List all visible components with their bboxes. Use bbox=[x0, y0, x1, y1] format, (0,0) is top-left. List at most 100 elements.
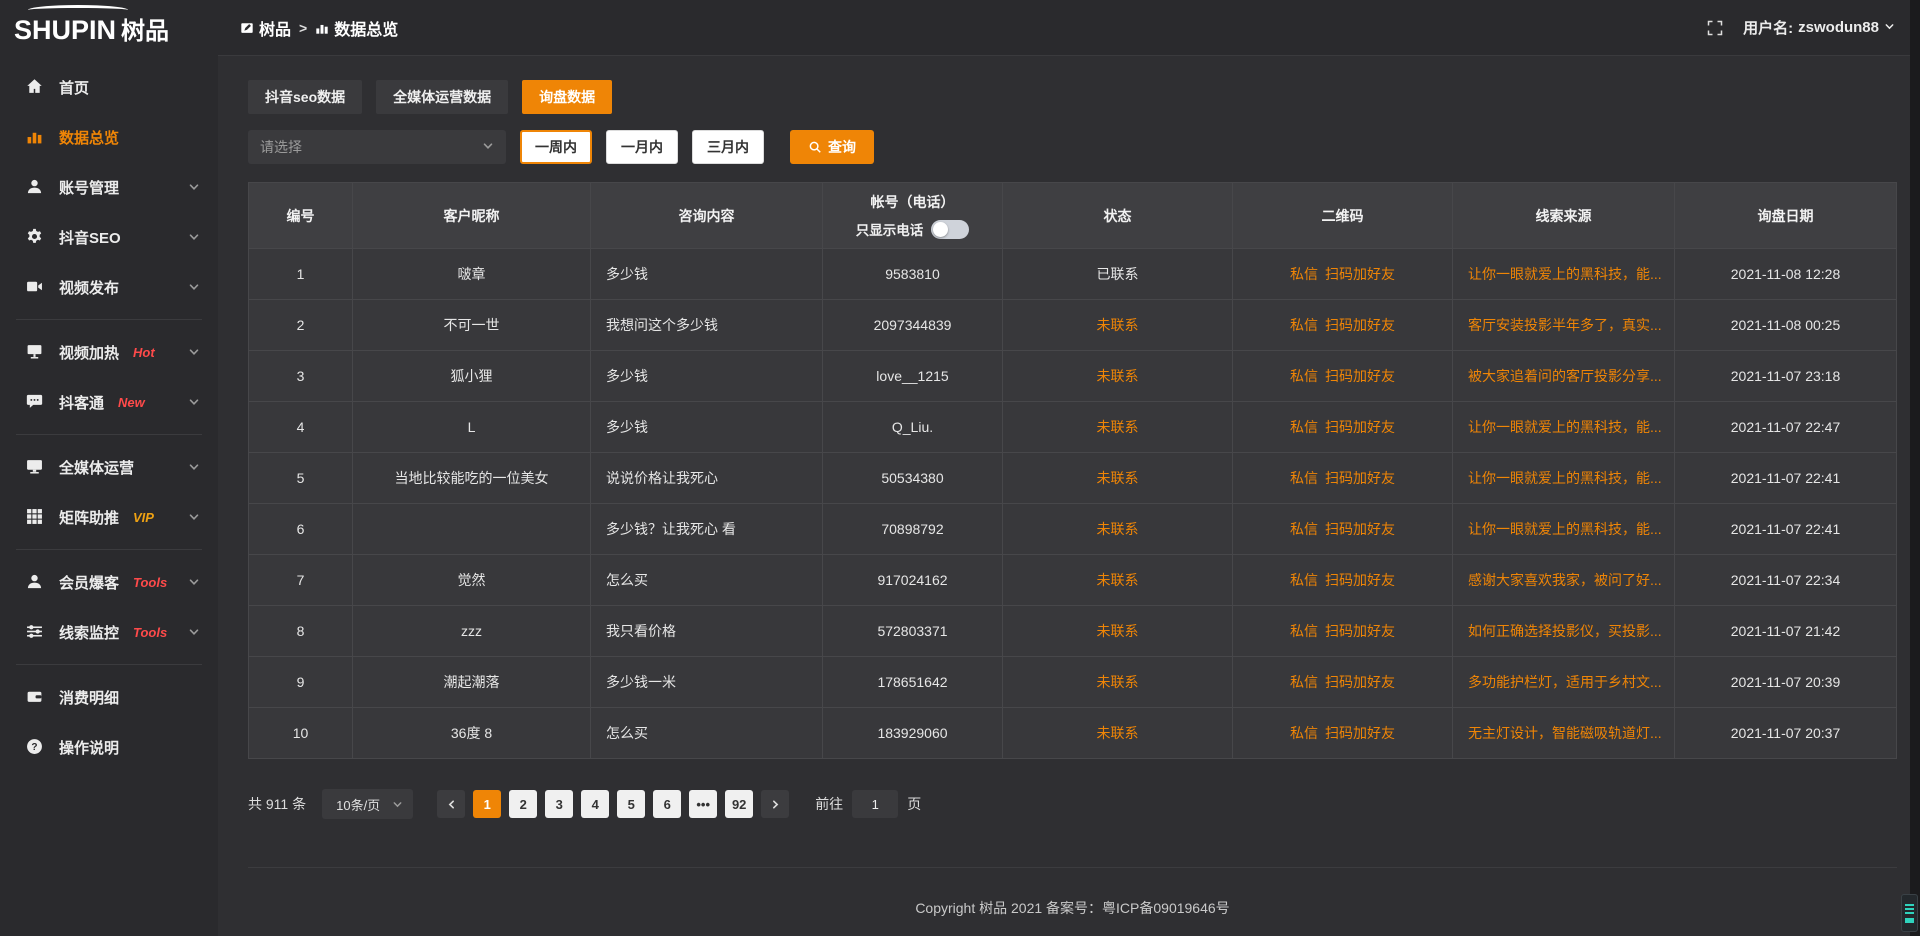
qr-link-scan-add-friend[interactable]: 扫码加好友 bbox=[1325, 672, 1395, 692]
user-menu[interactable]: 用户名: zswodun88 bbox=[1743, 17, 1895, 38]
qr-link-private-message[interactable]: 私信 bbox=[1290, 264, 1318, 284]
qr-link-private-message[interactable]: 私信 bbox=[1290, 519, 1318, 539]
sidebar-item-label: 消费明细 bbox=[59, 687, 119, 708]
sidebar-item-heat[interactable]: 视频加热Hot bbox=[0, 327, 218, 377]
fullscreen-icon[interactable] bbox=[1707, 20, 1723, 36]
more-pages-button[interactable]: ••• bbox=[689, 790, 717, 818]
sidebar-item-account[interactable]: 账号管理 bbox=[0, 162, 218, 212]
breadcrumb-item-home[interactable]: 树品 bbox=[240, 16, 291, 40]
page-button-2[interactable]: 2 bbox=[509, 790, 537, 818]
chevron-down-icon bbox=[188, 396, 200, 408]
status-text: 未联系 bbox=[1097, 521, 1139, 537]
qr-links: 私信扫码加好友 bbox=[1290, 570, 1395, 590]
tab-2[interactable]: 询盘数据 bbox=[522, 80, 612, 114]
page-button-92[interactable]: 92 bbox=[725, 790, 753, 818]
qr-link-private-message[interactable]: 私信 bbox=[1290, 672, 1318, 692]
page-button-5[interactable]: 5 bbox=[617, 790, 645, 818]
cell-source: 让你一眼就爱上的黑科技，能... bbox=[1453, 504, 1675, 555]
column-header: 咨询内容 bbox=[591, 183, 823, 249]
time-range-buttons: 一周内一月内三月内 bbox=[506, 130, 764, 164]
breadcrumb-item-overview[interactable]: 数据总览 bbox=[315, 16, 398, 40]
table-row: 5当地比较能吃的一位美女说说价格让我死心50534380未联系私信扫码加好友让你… bbox=[249, 453, 1897, 504]
chevron-down-icon bbox=[392, 799, 403, 810]
time-range-button-0[interactable]: 一周内 bbox=[520, 130, 592, 164]
source-link[interactable]: 让你一眼就爱上的黑科技，能... bbox=[1468, 521, 1662, 537]
sidebar-item-label: 会员爆客 bbox=[59, 572, 119, 593]
source-link[interactable]: 如何正确选择投影仪，买投影... bbox=[1468, 623, 1662, 639]
qr-link-scan-add-friend[interactable]: 扫码加好友 bbox=[1325, 264, 1395, 284]
sidebar-item-media[interactable]: 全媒体运营 bbox=[0, 442, 218, 492]
source-link[interactable]: 让你一眼就爱上的黑科技，能... bbox=[1468, 419, 1662, 435]
goto-page-input[interactable] bbox=[852, 790, 898, 818]
sidebar-item-member[interactable]: 会员爆客Tools bbox=[0, 557, 218, 607]
sidebar-item-clue[interactable]: 线索监控Tools bbox=[0, 607, 218, 657]
phone-only-control: 只显示电话 bbox=[823, 219, 1002, 239]
status-text: 未联系 bbox=[1097, 572, 1139, 588]
qr-link-scan-add-friend[interactable]: 扫码加好友 bbox=[1325, 621, 1395, 641]
qr-link-scan-add-friend[interactable]: 扫码加好友 bbox=[1325, 417, 1395, 437]
qr-link-scan-add-friend[interactable]: 扫码加好友 bbox=[1325, 315, 1395, 335]
sidebar-item-expense[interactable]: 消费明细 bbox=[0, 672, 218, 722]
account-select[interactable]: 请选择 bbox=[248, 130, 506, 164]
sidebar-item-help[interactable]: ?操作说明 bbox=[0, 722, 218, 772]
qr-link-scan-add-friend[interactable]: 扫码加好友 bbox=[1325, 519, 1395, 539]
page-button-3[interactable]: 3 bbox=[545, 790, 573, 818]
source-link[interactable]: 让你一眼就爱上的黑科技，能... bbox=[1468, 266, 1662, 282]
source-link[interactable]: 让你一眼就爱上的黑科技，能... bbox=[1468, 470, 1662, 486]
qr-link-private-message[interactable]: 私信 bbox=[1290, 723, 1318, 743]
status-text: 未联系 bbox=[1097, 317, 1139, 333]
sidebar-item-overview[interactable]: 数据总览 bbox=[0, 112, 218, 162]
chevron-down-icon bbox=[1884, 19, 1895, 36]
sidebar-item-seo[interactable]: 抖音SEO bbox=[0, 212, 218, 262]
source-link[interactable]: 客厅安装投影半年多了，真实... bbox=[1468, 317, 1662, 333]
qr-link-scan-add-friend[interactable]: 扫码加好友 bbox=[1325, 366, 1395, 386]
next-page-button[interactable] bbox=[761, 790, 789, 818]
chat-widget[interactable] bbox=[1901, 894, 1918, 932]
table-row: 8zzz我只看价格572803371未联系私信扫码加好友如何正确选择投影仪，买投… bbox=[249, 606, 1897, 657]
tab-0[interactable]: 抖音seo数据 bbox=[248, 80, 362, 114]
qr-link-private-message[interactable]: 私信 bbox=[1290, 468, 1318, 488]
qr-link-scan-add-friend[interactable]: 扫码加好友 bbox=[1325, 468, 1395, 488]
sidebar-item-home[interactable]: 首页 bbox=[0, 62, 218, 112]
tab-1[interactable]: 全媒体运营数据 bbox=[376, 80, 508, 114]
qr-link-private-message[interactable]: 私信 bbox=[1290, 366, 1318, 386]
column-header: 二维码 bbox=[1233, 183, 1453, 249]
phone-only-toggle[interactable] bbox=[931, 220, 969, 239]
page-button-6[interactable]: 6 bbox=[653, 790, 681, 818]
cell-nickname bbox=[353, 504, 591, 555]
table-body: 1啵章多少钱9583810已联系私信扫码加好友让你一眼就爱上的黑科技，能...2… bbox=[249, 249, 1897, 759]
sidebar-item-label: 抖音SEO bbox=[59, 227, 121, 248]
sidebar-item-matrix[interactable]: 矩阵助推VIP bbox=[0, 492, 218, 542]
page-size-select[interactable]: 10条/页 bbox=[322, 789, 413, 819]
source-link[interactable]: 多功能护栏灯，适用于乡村文... bbox=[1468, 674, 1662, 690]
qr-link-scan-add-friend[interactable]: 扫码加好友 bbox=[1325, 570, 1395, 590]
prev-page-button[interactable] bbox=[437, 790, 465, 818]
search-button[interactable]: 查询 bbox=[790, 130, 874, 164]
qr-link-private-message[interactable]: 私信 bbox=[1290, 417, 1318, 437]
cell-number: 3 bbox=[249, 351, 353, 402]
cell-source: 多功能护栏灯，适用于乡村文... bbox=[1453, 657, 1675, 708]
sidebar-item-badge: Tools bbox=[133, 625, 167, 640]
tv-icon bbox=[26, 343, 44, 361]
qr-links: 私信扫码加好友 bbox=[1290, 468, 1395, 488]
source-link[interactable]: 感谢大家喜欢我家，被问了好... bbox=[1468, 572, 1662, 588]
time-range-button-2[interactable]: 三月内 bbox=[692, 130, 764, 164]
qr-link-scan-add-friend[interactable]: 扫码加好友 bbox=[1325, 723, 1395, 743]
qr-links: 私信扫码加好友 bbox=[1290, 366, 1395, 386]
qr-link-private-message[interactable]: 私信 bbox=[1290, 570, 1318, 590]
menu-divider bbox=[16, 664, 202, 665]
sidebar-item-publish[interactable]: 视频发布 bbox=[0, 262, 218, 312]
scrollbar-track[interactable] bbox=[1910, 0, 1920, 936]
qr-link-private-message[interactable]: 私信 bbox=[1290, 315, 1318, 335]
cell-content: 多少钱一米 bbox=[591, 657, 823, 708]
chevron-down-icon bbox=[188, 231, 200, 243]
page-button-4[interactable]: 4 bbox=[581, 790, 609, 818]
time-range-button-1[interactable]: 一月内 bbox=[606, 130, 678, 164]
page-button-1[interactable]: 1 bbox=[473, 790, 501, 818]
source-link[interactable]: 无主灯设计，智能磁吸轨道灯... bbox=[1468, 725, 1662, 741]
source-link[interactable]: 被大家追着问的客厅投影分享... bbox=[1468, 368, 1662, 384]
sidebar-item-douketong[interactable]: 抖客通New bbox=[0, 377, 218, 427]
goto-suffix: 页 bbox=[907, 794, 921, 814]
qr-link-private-message[interactable]: 私信 bbox=[1290, 621, 1318, 641]
bar-chart-icon bbox=[26, 128, 44, 146]
